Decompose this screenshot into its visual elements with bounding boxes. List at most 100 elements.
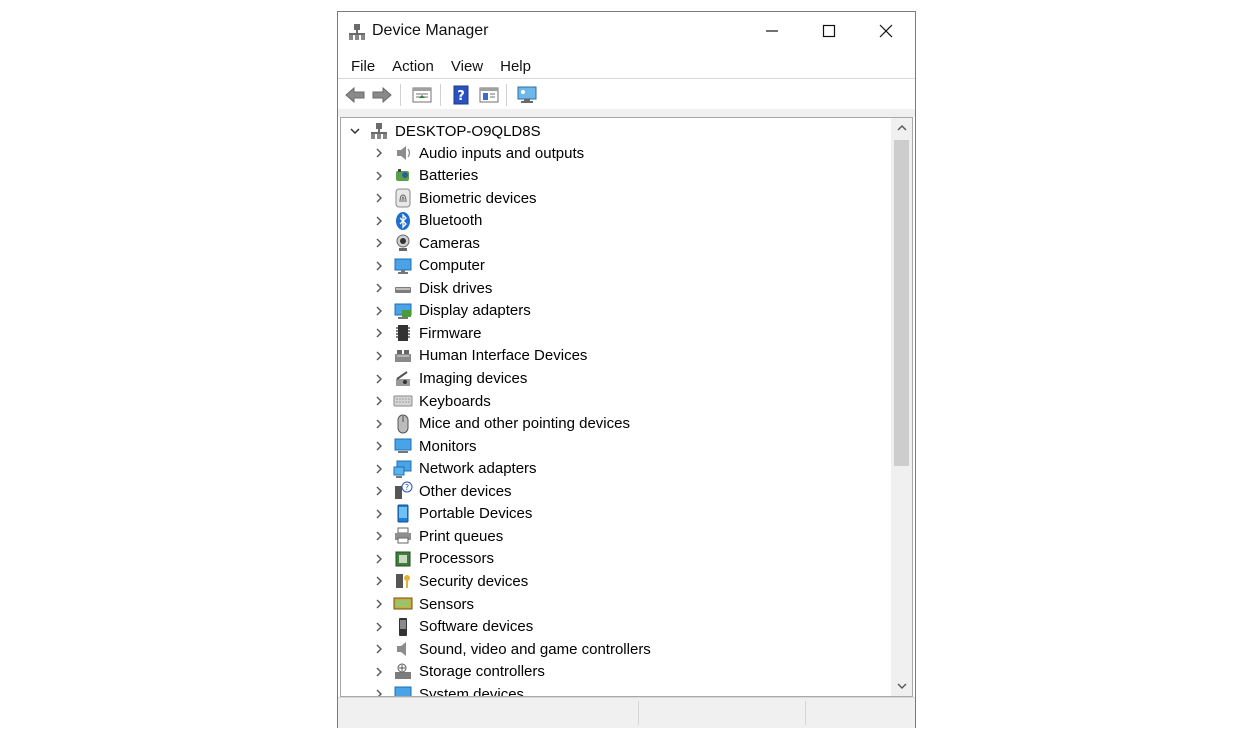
menu-view[interactable]: View — [442, 58, 491, 75]
chevron-right-icon[interactable] — [371, 570, 387, 592]
toolbar: ? — [338, 79, 915, 109]
chevron-right-icon[interactable] — [371, 525, 387, 547]
properties-button[interactable] — [411, 84, 433, 106]
tree-item[interactable]: Monitors — [371, 435, 477, 457]
chevron-right-icon[interactable] — [371, 458, 387, 480]
chevron-right-icon[interactable] — [371, 548, 387, 570]
tree-item-label: Print queues — [419, 527, 504, 545]
tree-item[interactable]: Biometric devices — [371, 187, 537, 209]
chevron-right-icon[interactable] — [371, 165, 387, 187]
tree-item[interactable]: Sound, video and game controllers — [371, 638, 651, 660]
status-separator — [805, 701, 806, 725]
chevron-right-icon[interactable] — [371, 616, 387, 638]
chevron-down-icon — [897, 683, 906, 689]
unknown-device-icon: ? — [393, 481, 413, 501]
window-title: Device Manager — [372, 22, 489, 39]
status-separator — [638, 701, 639, 725]
chevron-right-icon[interactable] — [371, 255, 387, 277]
tree-item[interactable]: Disk drives — [371, 277, 492, 299]
tree-item[interactable]: Imaging devices — [371, 368, 527, 390]
tree-item[interactable]: Mice and other pointing devices — [371, 413, 630, 435]
toolbar-separator — [400, 84, 401, 106]
tree-item[interactable]: Human Interface Devices — [371, 345, 587, 367]
tree-item-label: Cameras — [419, 234, 480, 252]
tree-item[interactable]: Firmware — [371, 322, 482, 344]
chevron-right-icon[interactable] — [371, 232, 387, 254]
update-driver-button[interactable] — [478, 84, 500, 106]
chevron-right-icon[interactable] — [371, 277, 387, 299]
maximize-button[interactable] — [800, 12, 858, 50]
chevron-right-icon[interactable] — [371, 368, 387, 390]
processor-icon — [393, 549, 413, 569]
tree-item-label: Batteries — [419, 167, 479, 185]
close-icon — [879, 24, 893, 38]
tree-item[interactable]: Print queues — [371, 525, 503, 547]
tree-item[interactable]: Bluetooth — [371, 210, 482, 232]
chevron-right-icon[interactable] — [371, 390, 387, 412]
speaker-icon — [393, 143, 413, 163]
tree-item[interactable]: Display adapters — [371, 300, 531, 322]
chevron-right-icon[interactable] — [371, 480, 387, 502]
menu-action[interactable]: Action — [383, 58, 442, 75]
chevron-right-icon[interactable] — [371, 503, 387, 525]
device-manager-window: Device Manager File Action View Help ? D… — [337, 11, 916, 728]
chevron-right-icon[interactable] — [371, 435, 387, 457]
help-button[interactable]: ? — [450, 84, 472, 106]
chevron-right-icon[interactable] — [371, 638, 387, 660]
scroll-down-button[interactable] — [891, 676, 912, 696]
svg-text:?: ? — [405, 483, 409, 492]
tree-item-label: Other devices — [419, 482, 512, 500]
tree-item[interactable]: Cameras — [371, 232, 480, 254]
scan-hardware-button[interactable] — [516, 84, 538, 106]
tree-item-label: Firmware — [419, 324, 482, 342]
computer-tree-icon — [369, 121, 389, 141]
forward-button[interactable] — [371, 84, 393, 106]
chevron-right-icon[interactable] — [371, 300, 387, 322]
chevron-down-icon[interactable] — [347, 120, 363, 142]
back-arrow-icon — [345, 86, 365, 104]
tree-item[interactable]: Sensors — [371, 593, 474, 615]
tree-item-label: Network adapters — [419, 460, 537, 478]
chevron-right-icon[interactable] — [371, 345, 387, 367]
vertical-scrollbar[interactable] — [891, 118, 912, 696]
title-bar[interactable]: Device Manager — [338, 12, 915, 52]
menu-bar: File Action View Help — [338, 54, 915, 78]
menu-help[interactable]: Help — [491, 58, 539, 75]
tree-item[interactable]: Network adapters — [371, 458, 537, 480]
chevron-right-icon[interactable] — [371, 683, 387, 696]
close-button[interactable] — [857, 12, 915, 50]
tree-item[interactable]: Software devices — [371, 616, 533, 638]
chevron-right-icon[interactable] — [371, 187, 387, 209]
minimize-button[interactable] — [743, 12, 801, 50]
tree-item[interactable]: Computer — [371, 255, 485, 277]
menu-file[interactable]: File — [338, 58, 383, 75]
scroll-up-button[interactable] — [891, 118, 912, 138]
chevron-right-icon[interactable] — [371, 413, 387, 435]
help-icon: ? — [453, 85, 469, 105]
chevron-right-icon[interactable] — [371, 661, 387, 683]
chevron-right-icon[interactable] — [371, 322, 387, 344]
tree-item[interactable]: Security devices — [371, 570, 528, 592]
tree-root[interactable]: DESKTOP-O9QLD8S — [347, 120, 541, 142]
back-button[interactable] — [344, 84, 366, 106]
tree-item-label: Processors — [419, 550, 495, 568]
chevron-right-icon[interactable] — [371, 210, 387, 232]
tree-item[interactable]: System devices — [371, 683, 525, 697]
toolbar-divider — [338, 109, 915, 117]
network-adapter-icon — [393, 459, 413, 479]
tree-item[interactable]: Storage controllers — [371, 661, 545, 683]
tree-item[interactable]: Processors — [371, 548, 494, 570]
tree-item[interactable]: Audio inputs and outputs — [371, 142, 584, 164]
tree-item[interactable]: ? Other devices — [371, 480, 512, 502]
scrollbar-thumb[interactable] — [894, 140, 909, 466]
tree-item[interactable]: Keyboards — [371, 390, 491, 412]
tree-item-label: System devices — [419, 685, 525, 697]
tree-item[interactable]: Batteries — [371, 165, 478, 187]
chevron-right-icon[interactable] — [371, 593, 387, 615]
tree-item[interactable]: Portable Devices — [371, 503, 532, 525]
camera-icon — [393, 233, 413, 253]
chevron-right-icon[interactable] — [371, 142, 387, 164]
tree-root-label: DESKTOP-O9QLD8S — [395, 122, 541, 140]
tree-item-label: Bluetooth — [419, 212, 483, 230]
device-tree[interactable]: DESKTOP-O9QLD8S Audio inputs and outputs… — [340, 117, 913, 697]
